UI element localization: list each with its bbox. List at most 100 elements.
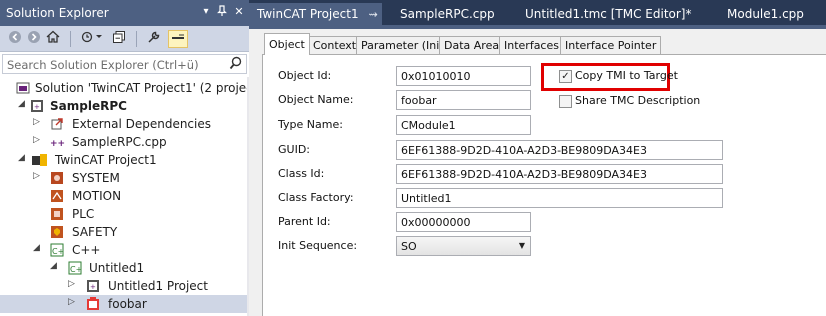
- solution-icon: [16, 81, 30, 95]
- pin-icon[interactable]: [215, 5, 229, 19]
- search-placeholder: Search Solution Explorer (Ctrl+ü): [7, 58, 199, 72]
- toolbar-separator: [70, 31, 71, 47]
- share-tmc-checkbox[interactable]: [559, 95, 572, 108]
- tree-item-external-dependencies[interactable]: ▷ External Dependencies: [0, 115, 247, 133]
- module-instance-icon: [86, 297, 100, 311]
- tree-item-cpp[interactable]: ◢ C+ C++: [0, 241, 247, 259]
- svg-text:C+: C+: [70, 265, 82, 274]
- search-icon[interactable]: [229, 56, 242, 73]
- tab-context[interactable]: Context: [308, 36, 362, 54]
- chevron-down-icon: ▼: [518, 241, 525, 250]
- tree-item-label: Solution 'TwinCAT Project1' (2 projects): [35, 81, 269, 95]
- external-dependencies-icon: [50, 117, 64, 131]
- tree-item-label: PLC: [72, 207, 95, 221]
- home-icon[interactable]: [44, 30, 62, 48]
- copy-tmi-checkbox[interactable]: ✓: [559, 70, 572, 83]
- back-icon[interactable]: [6, 30, 24, 48]
- tab-interface-pointer[interactable]: Interface Pointer: [560, 36, 662, 54]
- tab-interfaces[interactable]: Interfaces: [499, 36, 564, 54]
- tree-item-samplerpc-cpp[interactable]: ▷ ++ SampleRPC.cpp: [0, 133, 247, 151]
- collapse-arrow-icon[interactable]: ◢: [18, 153, 28, 163]
- pin-icon[interactable]: ⇝: [369, 8, 378, 21]
- system-icon: [50, 171, 64, 185]
- collapse-arrow-icon[interactable]: ◢: [18, 99, 28, 109]
- tree-item-untitled1[interactable]: ◢ C+ Untitled1: [0, 259, 247, 277]
- tree-item-foobar[interactable]: ▷ foobar: [0, 295, 247, 313]
- tab-twincat-project1[interactable]: TwinCAT Project1 ⇝: [249, 3, 382, 25]
- tab-label: SampleRPC.cpp: [400, 7, 495, 21]
- twincat-project-icon: [32, 153, 47, 167]
- tree-item-label: foobar: [108, 297, 147, 311]
- cpp-file-icon: ++: [50, 135, 65, 149]
- tree-item-safety[interactable]: SAFETY: [0, 223, 247, 241]
- svg-text:+: +: [34, 103, 40, 111]
- tab-label: Untitled1.tmc [TMC Editor]*: [525, 7, 692, 21]
- tree-item-motion[interactable]: MOTION: [0, 187, 247, 205]
- close-icon[interactable]: ✕: [232, 5, 246, 19]
- tree-item-label: SampleRPC: [50, 99, 127, 113]
- type-name-label: Type Name:: [278, 118, 343, 131]
- forward-icon[interactable]: [25, 30, 43, 48]
- parent-id-field[interactable]: 0x00000000: [396, 212, 531, 232]
- module-project-icon: +: [86, 279, 100, 293]
- preview-selected-items-icon[interactable]: [168, 30, 188, 48]
- collapse-all-icon[interactable]: [110, 30, 128, 48]
- tree-item-label: TwinCAT Project1: [55, 153, 157, 167]
- plc-icon: [50, 207, 64, 221]
- tree-item-solution[interactable]: Solution 'TwinCAT Project1' (2 projects): [0, 79, 268, 97]
- tree-item-label: Untitled1: [89, 261, 145, 275]
- tree-item-label: External Dependencies: [72, 117, 212, 131]
- tree-item-label: SampleRPC.cpp: [72, 135, 167, 149]
- ide-window: Solution Explorer ▾ ✕ Search Solution Ex…: [0, 0, 826, 316]
- tree-item-label: MOTION: [72, 189, 122, 203]
- guid-label: GUID:: [278, 143, 310, 156]
- panel-menu-dropdown-icon[interactable]: ▾: [199, 5, 213, 19]
- cpp-node-icon: C+: [50, 243, 64, 257]
- tab-label: TwinCAT Project1: [257, 7, 359, 21]
- tab-module1-cpp[interactable]: Module1.cpp: [719, 3, 812, 25]
- tree-item-plc[interactable]: PLC: [0, 205, 247, 223]
- tab-samplerpc-cpp[interactable]: SampleRPC.cpp: [392, 3, 503, 25]
- expand-arrow-icon[interactable]: ▷: [68, 297, 78, 307]
- class-factory-field[interactable]: Untitled1: [396, 188, 723, 208]
- type-name-field[interactable]: CModule1: [396, 115, 531, 135]
- tab-untitled1-tmc[interactable]: Untitled1.tmc [TMC Editor]*: [517, 3, 699, 25]
- solution-explorer-toolbar: [0, 26, 249, 52]
- solution-tree: Solution 'TwinCAT Project1' (2 projects)…: [0, 77, 268, 316]
- expand-arrow-icon[interactable]: ▷: [33, 135, 43, 145]
- guid-field[interactable]: 6EF61388-9D2D-410A-A2D3-BE9809DA34E3: [396, 140, 723, 160]
- init-sequence-label: Init Sequence:: [278, 239, 358, 252]
- properties-wrench-icon[interactable]: [145, 30, 163, 48]
- tree-item-untitled1-project[interactable]: ▷ + Untitled1 Project: [0, 277, 247, 295]
- object-tab-page: Object Id: 0x01010010 ✓ Copy TMI to Targ…: [262, 54, 826, 316]
- tab-label: Module1.cpp: [727, 7, 804, 21]
- class-id-field[interactable]: 6EF61388-9D2D-410A-A2D3-BE9809DA34E3: [396, 164, 723, 184]
- expand-arrow-icon[interactable]: ▷: [68, 279, 78, 289]
- tree-item-samplerpc[interactable]: ◢ + SampleRPC: [0, 97, 247, 115]
- init-sequence-select[interactable]: SO ▼: [396, 236, 531, 256]
- expand-arrow-icon[interactable]: ▷: [33, 117, 43, 127]
- parent-id-label: Parent Id:: [278, 215, 331, 228]
- init-sequence-value: SO: [401, 240, 417, 253]
- solution-explorer-panel: Solution Explorer ▾ ✕ Search Solution Ex…: [0, 0, 268, 316]
- object-id-field[interactable]: 0x01010010: [396, 66, 531, 86]
- share-tmc-label: Share TMC Description: [575, 94, 701, 107]
- expand-arrow-icon[interactable]: ▷: [33, 171, 43, 181]
- tree-item-label: SYSTEM: [72, 171, 120, 185]
- solution-explorer-titlebar: Solution Explorer ▾ ✕: [0, 0, 249, 26]
- class-id-label: Class Id:: [278, 167, 325, 180]
- tree-item-label: SAFETY: [72, 225, 118, 239]
- object-name-field[interactable]: foobar: [396, 90, 531, 110]
- tab-object[interactable]: Object: [264, 33, 310, 55]
- pending-changes-filter-icon[interactable]: [78, 30, 106, 48]
- document-area: TwinCAT Project1 ⇝ SampleRPC.cpp Untitled…: [249, 0, 826, 316]
- tab-data-area[interactable]: Data Area: [439, 36, 505, 54]
- tree-item-label: C++: [72, 243, 101, 257]
- tree-item-twincat-project1[interactable]: ◢ TwinCAT Project1: [0, 151, 247, 169]
- svg-text:C+: C+: [52, 247, 64, 256]
- collapse-arrow-icon[interactable]: ◢: [33, 243, 43, 253]
- solution-explorer-search-input[interactable]: Search Solution Explorer (Ctrl+ü): [2, 54, 247, 74]
- collapse-arrow-icon[interactable]: ◢: [50, 261, 60, 271]
- tree-item-system[interactable]: ▷ SYSTEM: [0, 169, 247, 187]
- svg-text:++: ++: [50, 139, 65, 149]
